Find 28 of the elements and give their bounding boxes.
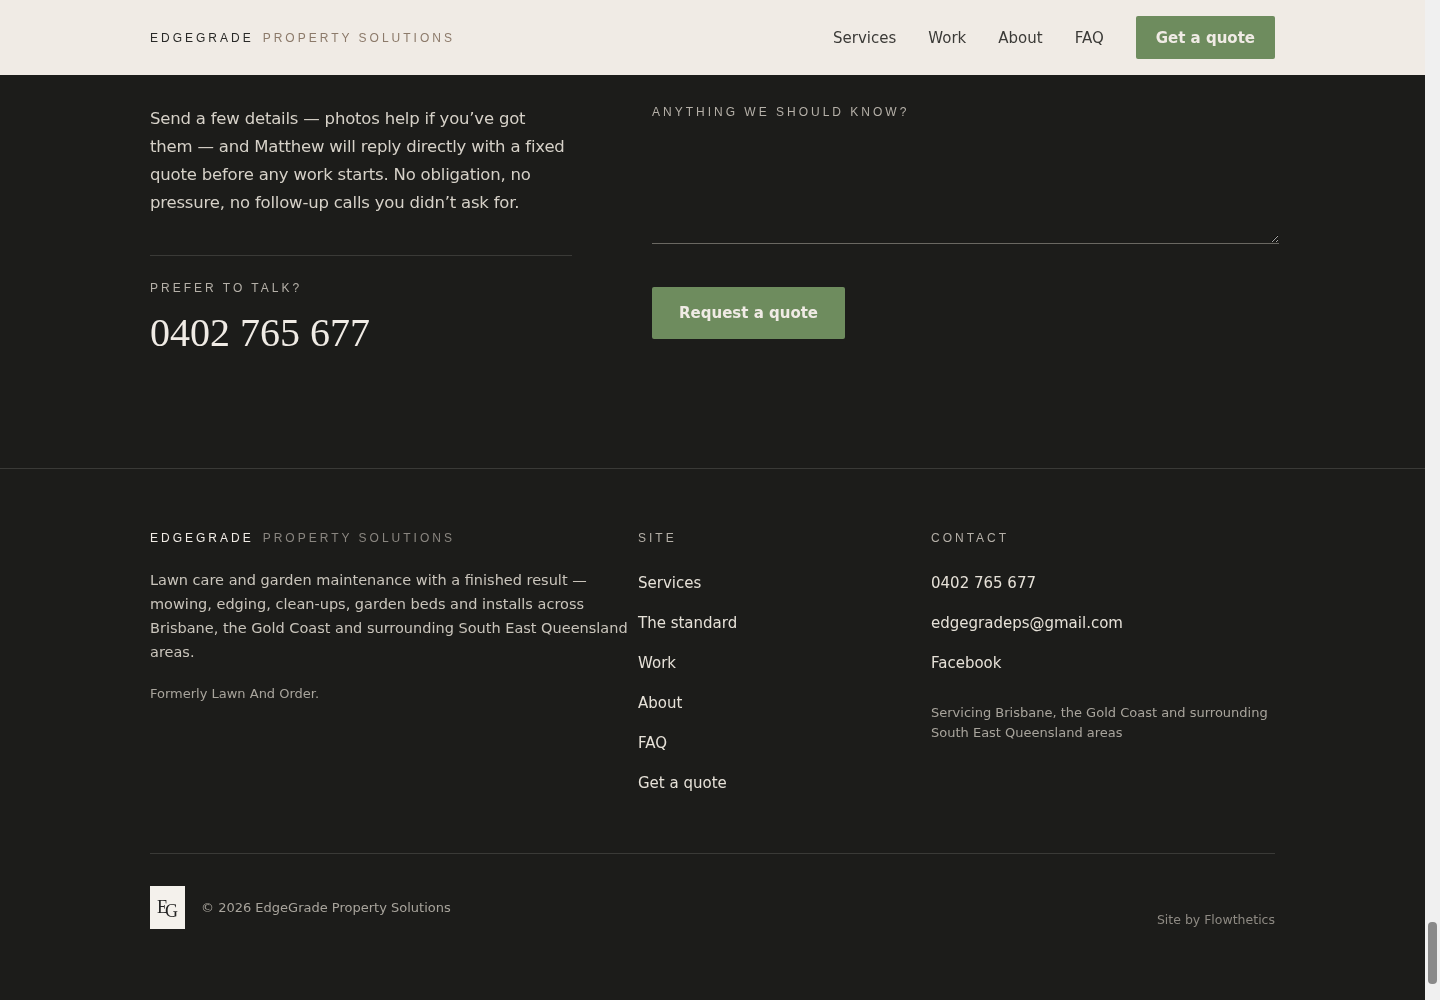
footer-link[interactable]: Get a quote [638,771,931,795]
copyright-text: © 2026 EdgeGrade Property Solutions [201,900,451,915]
brand-logo[interactable]: EDGEGRADE PROPERTY SOLUTIONS [150,30,455,45]
contact-link[interactable]: 0402 765 677 [931,571,1275,595]
phone-number: 0402 765 677 [150,309,371,356]
about-text: Lawn care and garden maintenance with a finished result — mowing, edging, clean-ups, garden beds and installs across Brisbane, the Gold Coast and surrounding South East Queensland areas. [150,571,629,662]
formerly-text: Formerly Lawn And Order. [150,685,321,703]
credit-link[interactable]: Site by Flowthetics [1156,912,1275,927]
site-heading: SITE [638,531,678,545]
footer-link[interactable]: Work [638,651,931,675]
scrollbar[interactable] [1425,0,1440,1000]
field-label: ANYTHING WE SHOULD KNOW? [652,105,911,119]
contact-link[interactable]: Facebook [931,651,1275,675]
nav-link[interactable]: About [998,28,1043,47]
contact-link[interactable]: edgegradeps@gmail.com [931,611,1275,635]
footer-link[interactable]: The standard [638,611,931,635]
footer-link[interactable]: About [638,691,931,715]
contact-heading: CONTACT [931,531,1011,545]
nav-link[interactable]: Services [833,28,897,47]
footer-brand: EDGEGRADE PROPERTY SOLUTIONS [150,531,456,545]
service-area-text: Servicing Brisbane, the Gold Coast and surrounding South East Queensland areas [931,704,1269,742]
footer-link[interactable]: FAQ [638,731,931,755]
footer-link[interactable]: Services [638,571,931,595]
talk-label: PREFER TO TALK? [150,281,304,295]
nav-link[interactable]: Work [928,28,967,47]
scrollbar-thumb[interactable] [1428,922,1437,984]
intro-paragraph: Send a few details — photos help if you’ve got them — and Matthew will reply directly with a fixed quote before any work starts. No obligation, no pressure, no follow-up calls you didn’t ask for. [150,108,566,214]
nav-link[interactable]: FAQ [1074,28,1104,47]
